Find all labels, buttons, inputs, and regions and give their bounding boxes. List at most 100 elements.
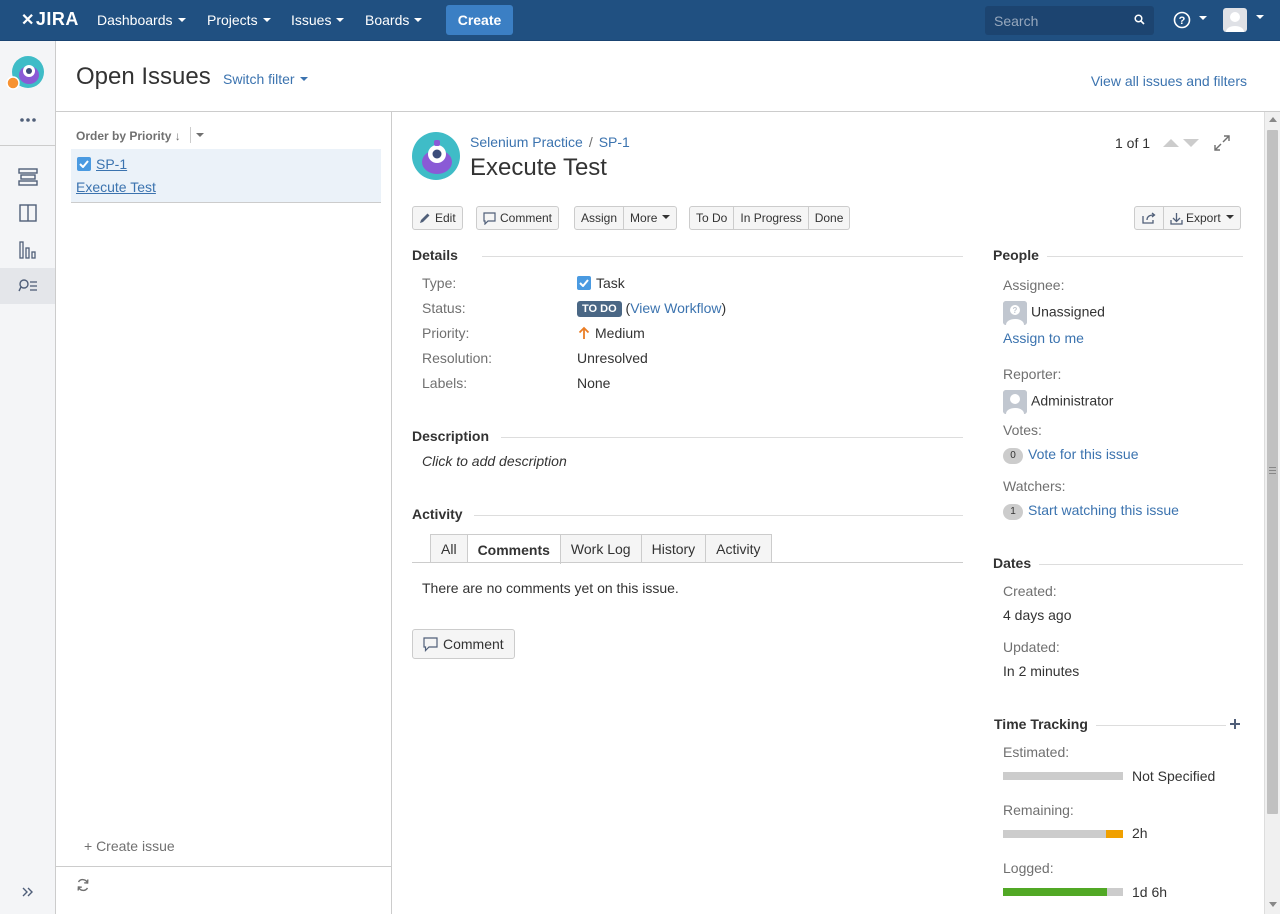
tab-work-log[interactable]: Work Log [560, 534, 642, 563]
labels-value[interactable]: None [577, 375, 610, 391]
details-heading: Details [412, 247, 458, 263]
tab-comments[interactable]: Comments [467, 534, 561, 564]
comment-button[interactable]: Comment [476, 206, 560, 230]
votes-label: Votes: [1003, 422, 1042, 438]
chevron-down-icon [299, 77, 308, 82]
breadcrumb-project-link[interactable]: Selenium Practice [470, 134, 583, 150]
issue-title[interactable]: Execute Test [470, 154, 607, 182]
view-workflow-link[interactable]: View Workflow [630, 300, 721, 316]
vote-link[interactable]: Vote for this issue [1028, 446, 1139, 462]
time-tracking-divider [1096, 725, 1226, 726]
description-field[interactable]: Click to add description [422, 453, 567, 469]
reporter-value[interactable]: Administrator [1003, 390, 1113, 414]
nav-boards[interactable]: Boards [365, 12, 423, 28]
issues-search-icon[interactable] [0, 268, 55, 304]
list-item[interactable]: SP-1 Execute Test [71, 149, 381, 203]
assign-to-me-link[interactable]: Assign to me [1003, 330, 1084, 346]
edit-button[interactable]: Edit [412, 206, 463, 230]
search-box [985, 6, 1154, 35]
previous-issue-icon[interactable] [1163, 139, 1179, 147]
next-issue-icon[interactable] [1183, 139, 1199, 147]
priority-value: Medium [577, 325, 645, 341]
help-icon: ? [1173, 11, 1191, 29]
expand-sidebar-icon[interactable] [0, 874, 55, 910]
nav-issues[interactable]: Issues [291, 12, 345, 28]
help-menu[interactable]: ? [1173, 11, 1207, 32]
order-by-button[interactable]: Order by Priority ↓ [76, 129, 181, 143]
people-divider [1047, 256, 1243, 257]
issue-summary-link[interactable]: Execute Test [76, 179, 156, 195]
create-issue-link[interactable]: + Create issue [84, 838, 175, 854]
reporter-avatar-icon [1003, 390, 1027, 414]
top-navigation: ✕JIRA Dashboards Projects Issues Boards … [0, 0, 1280, 41]
votes-count-badge: 0 [1003, 448, 1023, 464]
share-export-group: Export [1134, 206, 1241, 230]
votes-value: 0 Vote for this issue [1003, 446, 1139, 464]
board-icon[interactable] [0, 195, 55, 231]
priority-medium-icon [578, 326, 590, 339]
tabs-divider [412, 562, 963, 563]
detail-scrollbar[interactable] [1264, 112, 1280, 914]
watchers-label: Watchers: [1003, 478, 1066, 494]
assign-button[interactable]: Assign [574, 206, 625, 230]
reporter-label: Reporter: [1003, 366, 1062, 382]
in-progress-button[interactable]: In Progress [734, 206, 809, 230]
done-button[interactable]: Done [808, 206, 851, 230]
nav-projects[interactable]: Projects [207, 12, 271, 28]
sidebar-divider [0, 145, 55, 146]
chevron-down-icon[interactable] [1256, 15, 1264, 19]
add-time-icon[interactable] [1229, 717, 1241, 733]
updated-label: Updated: [1003, 639, 1060, 655]
no-comments-message: There are no comments yet on this issue. [422, 580, 679, 596]
chevron-down-icon [262, 18, 271, 23]
pager-count: 1 of 1 [1115, 135, 1151, 151]
comment-icon [483, 211, 496, 225]
tab-activity[interactable]: Activity [706, 534, 772, 563]
project-avatar[interactable] [412, 132, 460, 180]
scroll-up-icon[interactable] [1269, 117, 1277, 122]
watchers-count-badge[interactable]: 1 [1003, 504, 1023, 520]
search-input[interactable] [985, 6, 1154, 35]
view-all-issues-link[interactable]: View all issues and filters [1091, 73, 1247, 89]
share-button[interactable] [1134, 206, 1164, 230]
priority-label: Priority: [422, 325, 470, 341]
assignee-label: Assignee: [1003, 277, 1065, 293]
more-button[interactable]: More [624, 206, 678, 230]
comment-group: Comment [476, 206, 560, 230]
order-dropdown-icon[interactable] [196, 133, 204, 137]
nav-dashboards[interactable]: Dashboards [97, 12, 186, 28]
jira-logo[interactable]: ✕JIRA [21, 9, 79, 30]
issue-list-panel: Order by Priority ↓ SP-1 Execute Test + … [56, 112, 392, 914]
reports-icon[interactable] [0, 232, 55, 268]
watch-link[interactable]: Start watching this issue [1028, 502, 1179, 518]
scroll-down-icon[interactable] [1269, 902, 1277, 907]
estimated-label: Estimated: [1003, 744, 1070, 760]
project-sidebar [0, 41, 56, 914]
search-icon[interactable] [1134, 14, 1145, 25]
project-avatar[interactable] [6, 56, 44, 90]
tab-all[interactable]: All [430, 534, 468, 563]
add-comment-button[interactable]: Comment [412, 629, 515, 659]
switch-filter-button[interactable]: Switch filter [223, 71, 308, 87]
more-icon[interactable] [0, 102, 55, 138]
create-button[interactable]: Create [446, 5, 513, 35]
estimated-bar [1003, 772, 1123, 780]
to-do-button[interactable]: To Do [689, 206, 735, 230]
logged-bar-fill [1003, 888, 1108, 896]
dates-heading: Dates [993, 555, 1032, 571]
download-icon [1170, 212, 1183, 225]
assignee-value[interactable]: ? Unassigned [1003, 301, 1105, 325]
share-icon [1142, 212, 1156, 224]
chevron-down-icon [1199, 16, 1207, 20]
refresh-icon[interactable] [76, 878, 90, 895]
backlog-icon[interactable] [0, 159, 55, 195]
user-avatar[interactable] [1223, 8, 1247, 32]
export-button[interactable]: Export [1164, 206, 1241, 230]
status-label: Status: [422, 300, 466, 316]
chevron-down-icon [336, 18, 345, 23]
tab-history[interactable]: History [641, 534, 707, 563]
issue-key-link[interactable]: SP-1 [77, 156, 127, 172]
breadcrumb-issue-link[interactable]: SP-1 [599, 134, 630, 150]
expand-icon[interactable] [1214, 135, 1230, 154]
page-title: Open Issues [76, 63, 211, 90]
